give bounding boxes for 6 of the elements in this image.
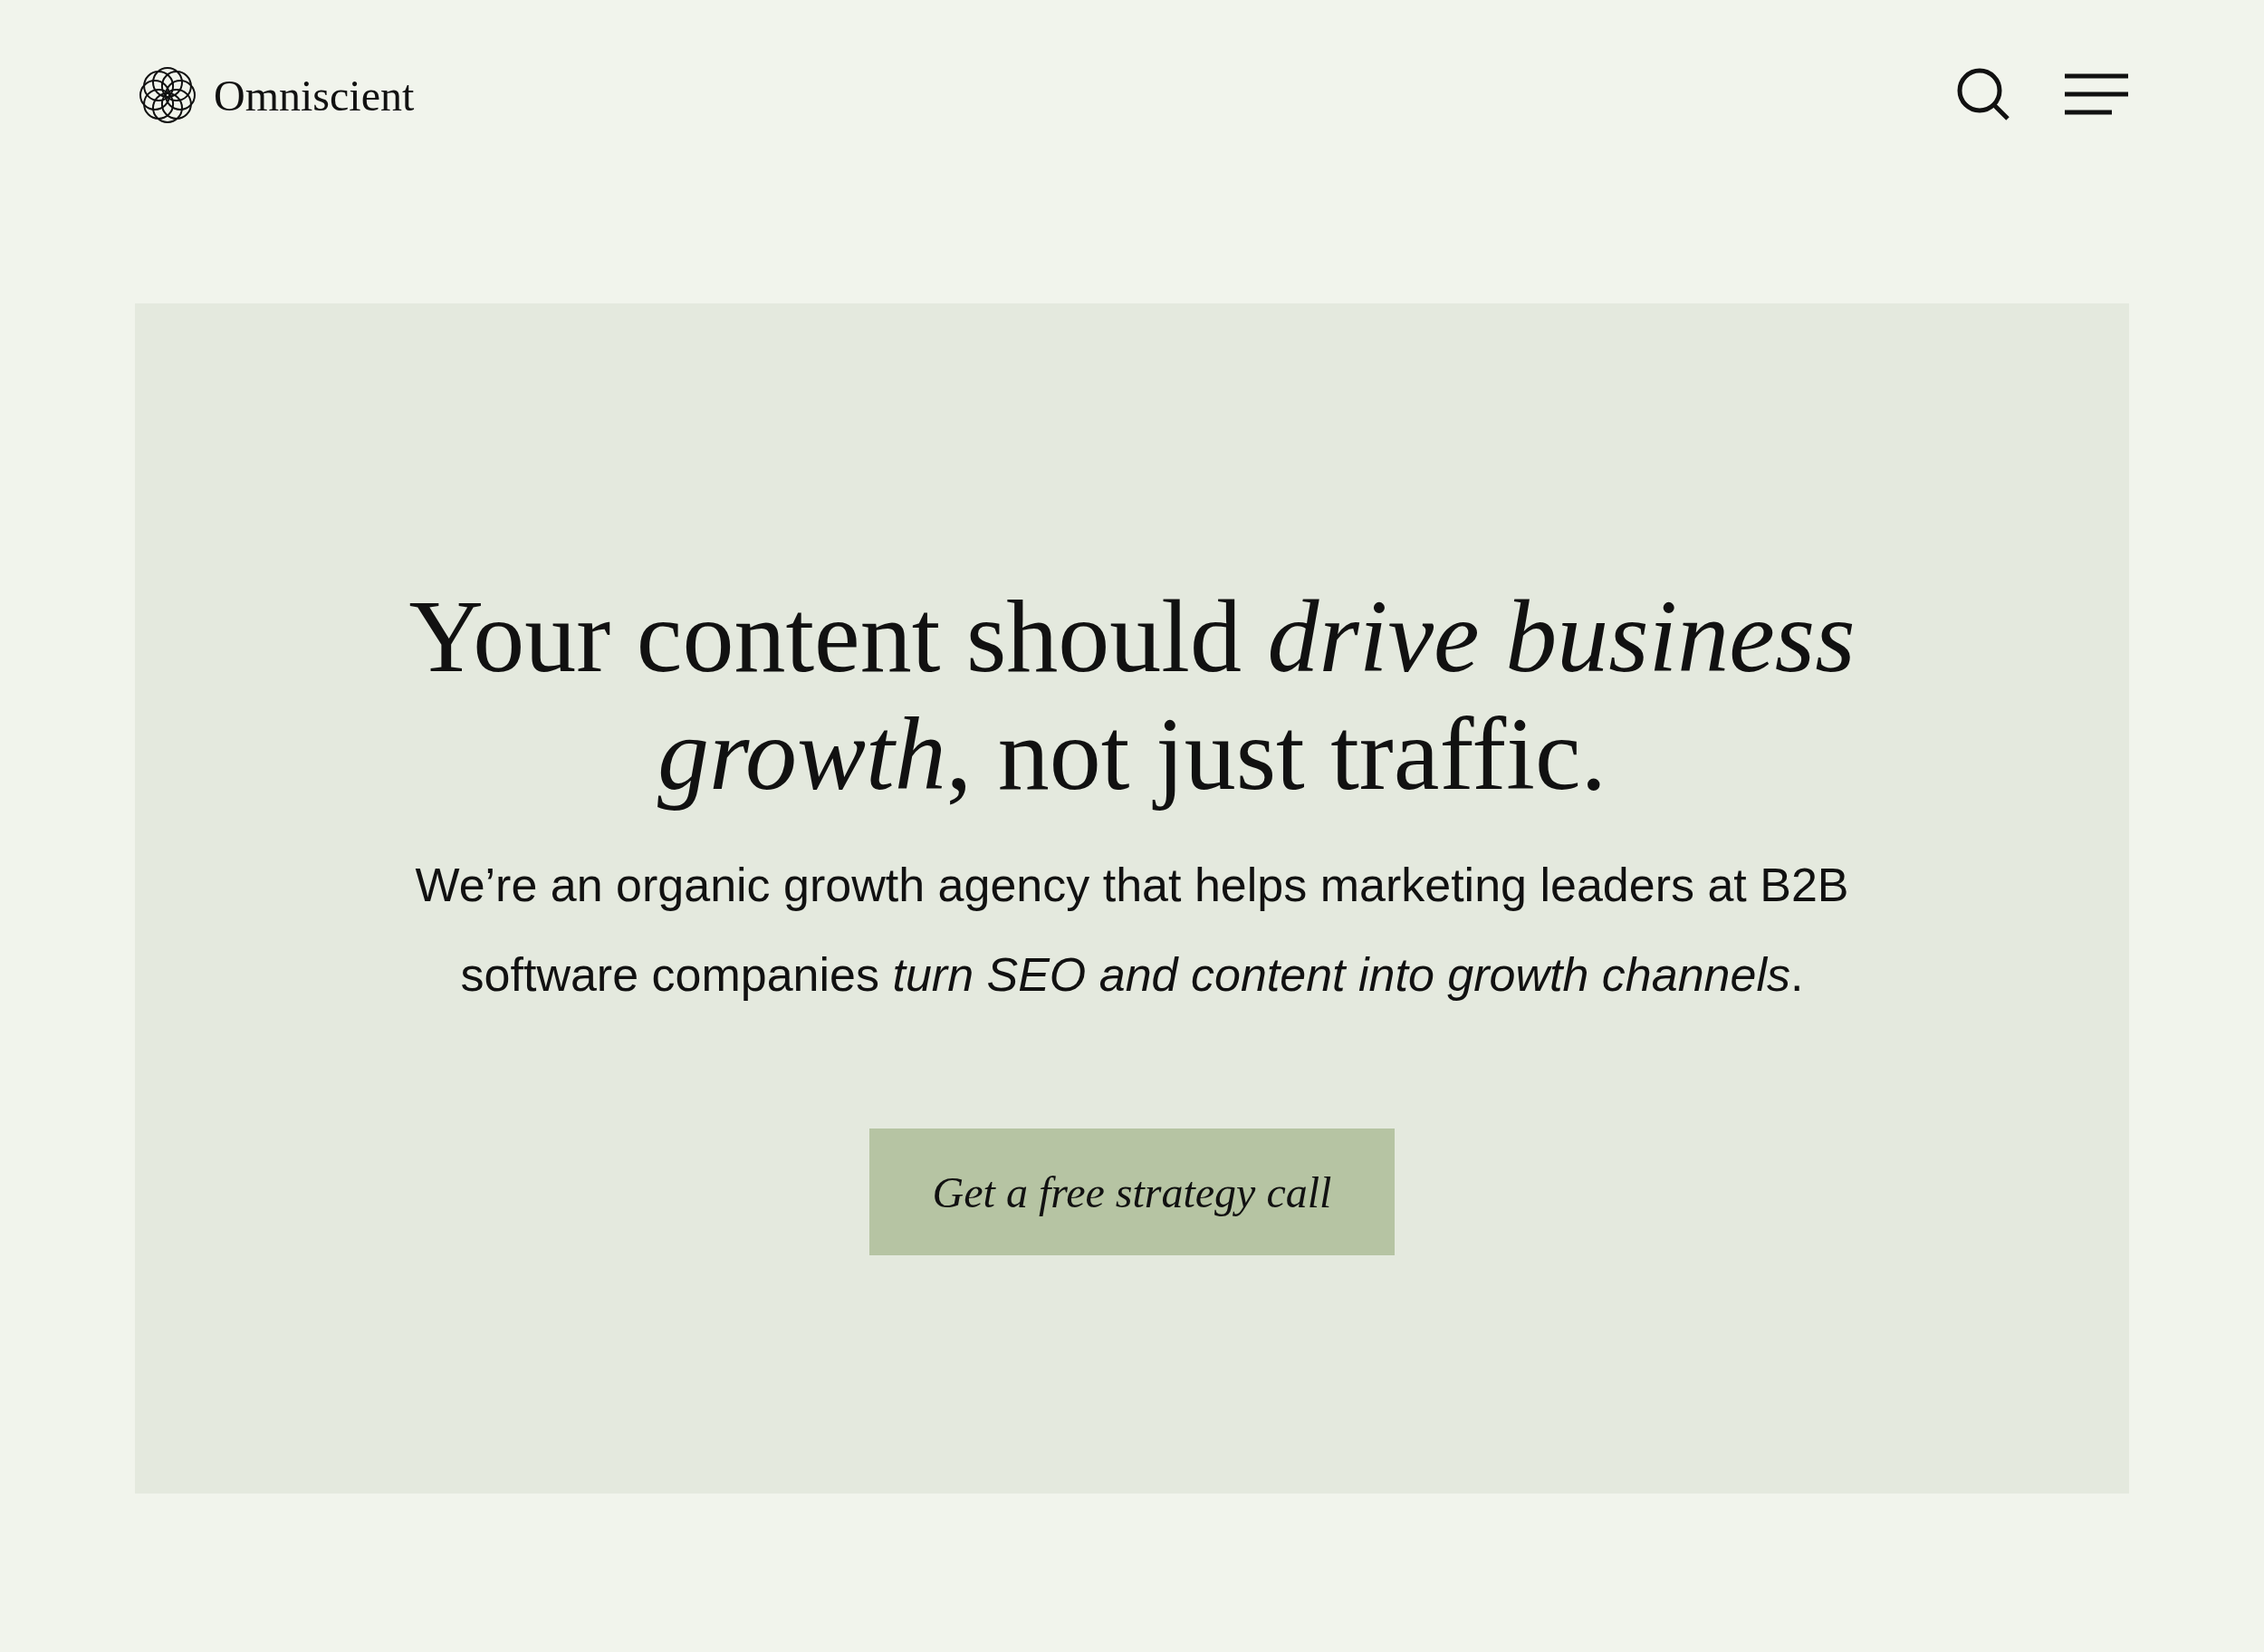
hero-description: We’re an organic growth agency that helps marketing leaders at B2B software companies turn SEO and content into growth channels. <box>414 858 1850 1003</box>
strategy-call-button[interactable]: Get a free strategy call <box>869 1129 1395 1255</box>
hero-heading: Your content should drive business growth, not just traffic. <box>408 578 1856 813</box>
logo-text[interactable]: Omniscient <box>214 70 415 120</box>
logo-icon <box>138 65 197 125</box>
menu-icon[interactable] <box>2065 72 2128 118</box>
